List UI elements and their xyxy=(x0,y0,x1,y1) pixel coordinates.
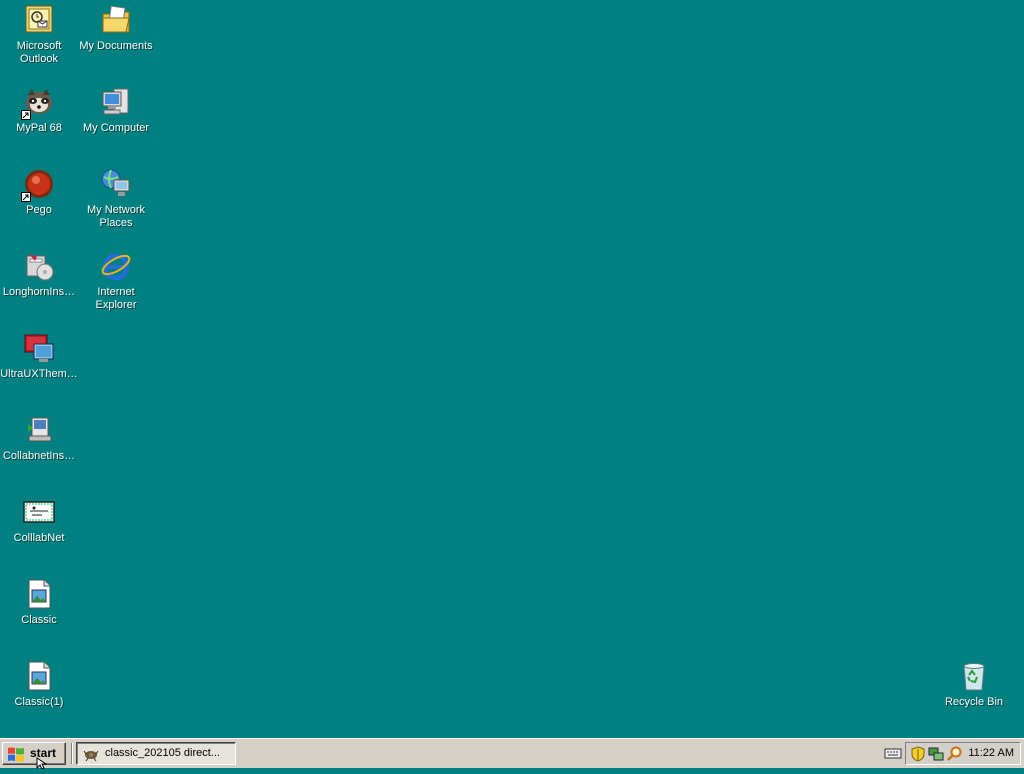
desktop-icon-internet-explorer[interactable]: Internet Explorer xyxy=(77,250,155,328)
taskbar-separator xyxy=(71,743,73,764)
desktop-icon-collabnetins[interactable]: CollabnetIns… xyxy=(0,414,78,492)
desktop-icon-ultrauxtheme[interactable]: UltraUXThem… xyxy=(0,332,78,410)
desktop-icon-label: My Documents xyxy=(79,40,153,52)
desktop-icon-label: ColllabNet xyxy=(13,532,65,544)
desktop-icon-collabnet[interactable]: ColllabNet xyxy=(0,496,78,574)
ultrauxtheme-icon xyxy=(23,332,55,364)
collabnet-icon xyxy=(23,496,55,528)
desktop-icon-longhornins[interactable]: LonghornIns… xyxy=(0,250,78,328)
keyboard-icon[interactable] xyxy=(884,746,902,760)
internet-explorer-icon xyxy=(100,250,132,282)
taskbar-button-classic-directory[interactable]: classic_202105 direct... xyxy=(76,742,236,765)
my-documents-icon xyxy=(100,4,132,36)
desktop-icon-label: MyPal 68 xyxy=(16,122,62,134)
desktop-icon-my-network-places[interactable]: My Network Places xyxy=(77,168,155,246)
desktop-icon-pego[interactable]: Pego xyxy=(0,168,78,246)
my-computer-icon xyxy=(100,86,132,118)
desktop-icon-mypal[interactable]: MyPal 68 xyxy=(0,86,78,164)
tray-clock[interactable]: 11:22 AM xyxy=(968,747,1014,759)
taskbar: start classic_202105 direct... 11:22 AM xyxy=(0,738,1024,768)
shortcut-arrow-icon xyxy=(21,192,31,202)
desktop-icon-classic-1[interactable]: Classic(1) xyxy=(0,660,78,738)
network-places-icon xyxy=(100,168,132,200)
desktop-icon-label: Internet Explorer xyxy=(95,286,137,311)
desktop-icon-label: CollabnetIns… xyxy=(2,450,76,462)
image-file-icon xyxy=(23,578,55,610)
shortcut-arrow-icon xyxy=(21,110,31,120)
recycle-bin-icon xyxy=(958,660,990,692)
system-tray: 11:22 AM xyxy=(905,742,1021,765)
collabnet-installer-icon xyxy=(23,414,55,446)
desktop-icon-label: My Computer xyxy=(82,122,150,134)
desktop-icon-label: UltraUXThem… xyxy=(0,368,78,380)
desktop-icon-label: LonghornIns… xyxy=(2,286,76,298)
installer-icon xyxy=(23,250,55,282)
desktop-icon-microsoft-outlook[interactable]: Microsoft Outlook xyxy=(0,4,78,82)
taskbar-button-label: classic_202105 direct... xyxy=(105,747,220,759)
desktop-icon-label: Classic xyxy=(21,614,57,626)
desktop-icon-label: Classic(1) xyxy=(14,696,64,708)
outlook-icon xyxy=(23,4,55,36)
desktop-icon-recycle-bin[interactable]: Recycle Bin xyxy=(935,660,1013,738)
desktop-icon-label: My Network Places xyxy=(86,204,146,229)
security-shield-icon[interactable] xyxy=(910,746,926,762)
desktop-icon-label: Pego xyxy=(26,204,52,216)
start-button[interactable]: start xyxy=(2,742,66,765)
desktop-icon-label: Microsoft Outlook xyxy=(16,40,62,65)
desktop[interactable]: Microsoft Outlook MyPal 68 Pego Longhorn… xyxy=(0,0,1024,738)
pego-icon xyxy=(21,168,55,202)
task-app-icon xyxy=(83,746,99,762)
desktop-icon-label: Recycle Bin xyxy=(944,696,1004,708)
image-file-icon xyxy=(23,660,55,692)
search-icon[interactable] xyxy=(946,746,962,762)
desktop-icon-classic[interactable]: Classic xyxy=(0,578,78,656)
mouse-cursor-icon xyxy=(36,756,48,770)
mypal-icon xyxy=(21,86,55,120)
windows-logo-icon xyxy=(7,746,25,762)
desktop-icon-my-documents[interactable]: My Documents xyxy=(77,4,155,82)
desktop-icon-my-computer[interactable]: My Computer xyxy=(77,86,155,164)
network-icon[interactable] xyxy=(928,746,944,762)
